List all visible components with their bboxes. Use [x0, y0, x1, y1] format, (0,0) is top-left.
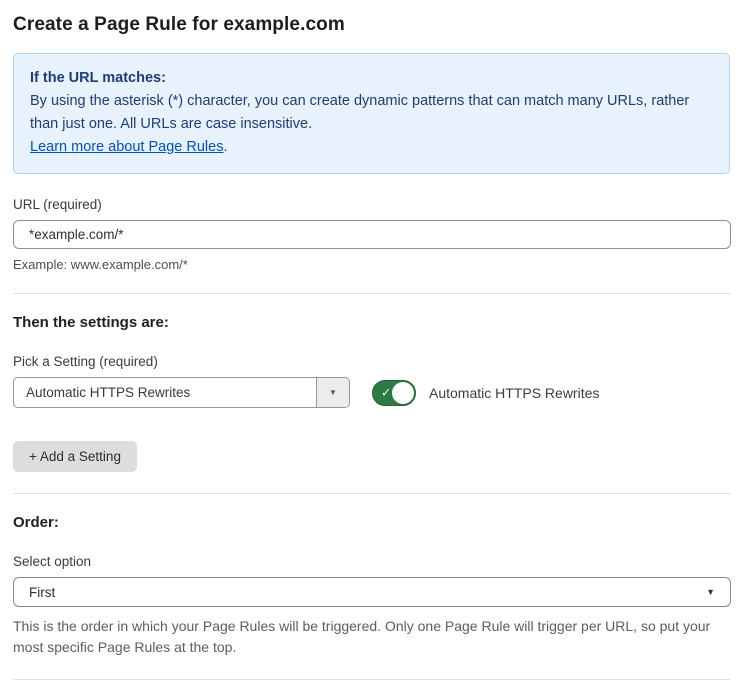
- section-divider: [13, 293, 730, 294]
- chevron-down-icon: ▼: [706, 587, 715, 597]
- url-input[interactable]: [13, 220, 731, 249]
- order-select[interactable]: First ▼: [13, 577, 731, 607]
- info-box-link-line: Learn more about Page Rules.: [30, 136, 713, 159]
- setting-select[interactable]: Automatic HTTPS Rewrites ▼: [13, 377, 350, 408]
- link-suffix: .: [223, 139, 228, 155]
- info-box-body: By using the asterisk (*) character, you…: [30, 93, 690, 132]
- pick-setting-label: Pick a Setting (required): [13, 354, 158, 369]
- setting-toggle[interactable]: ✓: [372, 379, 416, 406]
- order-heading: Order:: [13, 514, 59, 531]
- toggle-label: Automatic HTTPS Rewrites: [429, 384, 600, 401]
- order-select-value: First: [29, 584, 56, 600]
- section-divider: [13, 493, 730, 494]
- setting-select-arrow-button[interactable]: ▼: [316, 378, 349, 407]
- add-setting-button[interactable]: + Add a Setting: [13, 441, 137, 472]
- chevron-down-icon: ▼: [329, 388, 337, 397]
- order-helper-text: This is the order in which your Page Rul…: [13, 618, 711, 655]
- order-select-label: Select option: [13, 554, 92, 569]
- url-example-helper: Example: www.example.com/*: [13, 257, 188, 272]
- info-box-heading: If the URL matches:: [30, 70, 166, 86]
- learn-more-link[interactable]: Learn more about Page Rules: [30, 139, 223, 155]
- url-match-info-box: If the URL matches: By using the asteris…: [13, 53, 730, 174]
- setting-row: Automatic HTTPS Rewrites ▼ ✓ Automatic H…: [13, 377, 730, 408]
- create-page-rule-form: Create a Page Rule for example.com If th…: [0, 0, 743, 686]
- page-title: Create a Page Rule for example.com: [13, 14, 345, 35]
- url-field-label: URL (required): [13, 197, 102, 212]
- settings-heading: Then the settings are:: [13, 314, 169, 331]
- toggle-knob: [392, 381, 414, 404]
- setting-select-value: Automatic HTTPS Rewrites: [26, 385, 191, 400]
- checkmark-icon: ✓: [381, 385, 392, 400]
- footer-divider: [13, 679, 730, 680]
